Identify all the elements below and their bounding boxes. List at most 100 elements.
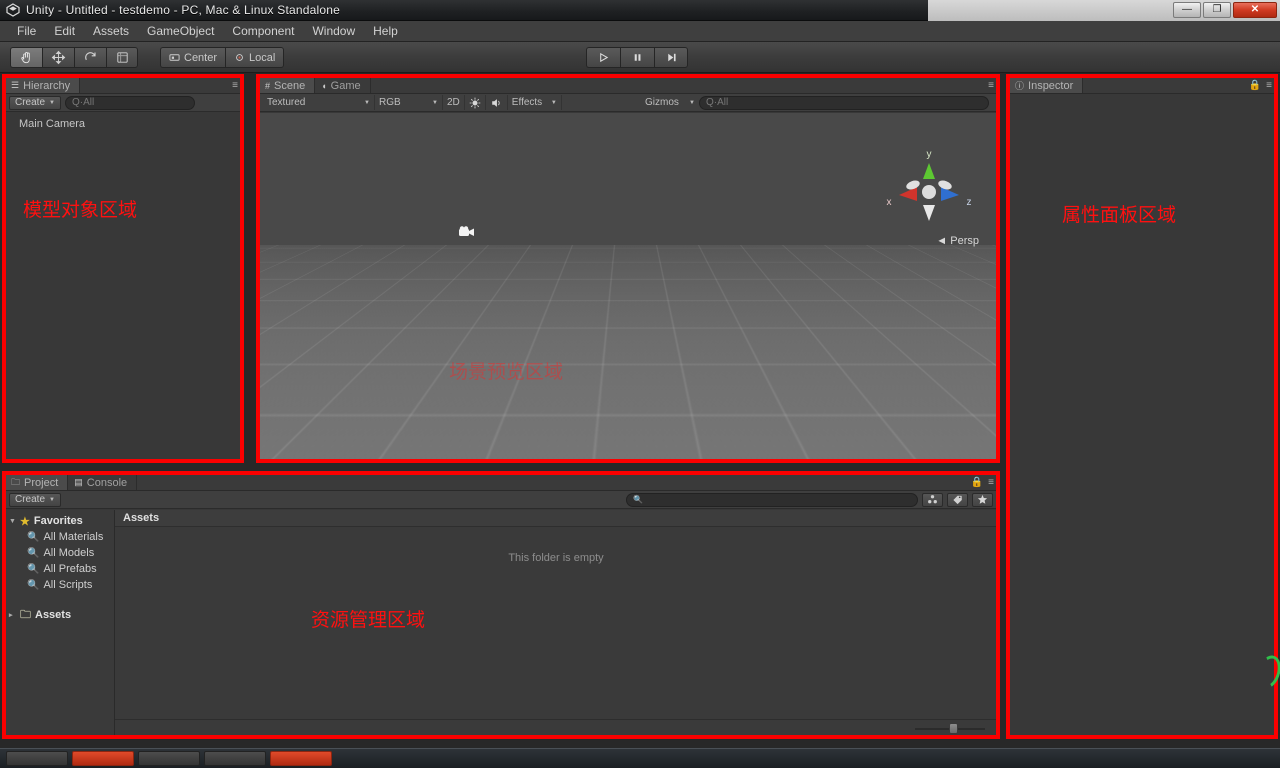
pivot-mode-button[interactable]: Center: [160, 47, 226, 68]
lock-icon[interactable]: 🔒: [1249, 80, 1261, 91]
pause-button[interactable]: [620, 47, 654, 68]
menu-help[interactable]: Help: [364, 22, 407, 40]
scene-view-toolbar: Textured ▼ RGB ▼ 2D Effects ▼ Gizmos ▼ Q…: [259, 94, 997, 112]
axis-x-label: x: [887, 197, 892, 208]
scene-lighting-toggle[interactable]: [465, 95, 486, 110]
main-camera-gizmo[interactable]: [457, 224, 477, 240]
menu-window[interactable]: Window: [303, 22, 364, 40]
assets-breadcrumb: Assets: [115, 510, 997, 527]
menu-edit[interactable]: Edit: [45, 22, 84, 40]
tab-scene-label: Scene: [274, 79, 306, 92]
move-tool-button[interactable]: [42, 47, 74, 68]
hierarchy-search-input[interactable]: Q·All: [64, 95, 195, 110]
color-mode-dropdown[interactable]: RGB ▼: [375, 95, 443, 110]
projection-mode-label[interactable]: ◄ Persp: [936, 235, 979, 247]
play-icon: [600, 52, 609, 63]
tab-scene[interactable]: # Scene: [259, 77, 316, 93]
hierarchy-search-placeholder: Q·All: [71, 97, 95, 108]
project-content-area[interactable]: Assets This folder is empty 资源管理区域: [115, 510, 997, 736]
project-tabbar: 🗀 Project ▤ Console 🔒 ≡: [5, 474, 997, 491]
tree-all-prefabs-label: All Prefabs: [43, 563, 97, 575]
panel-menu-icon[interactable]: ≡: [1266, 80, 1272, 91]
scene-audio-toggle[interactable]: [486, 95, 508, 110]
panel-menu-icon[interactable]: ≡: [988, 477, 994, 488]
scale-icon: [116, 52, 128, 63]
hierarchy-panel-menu[interactable]: ≡: [232, 77, 238, 94]
asset-size-slider[interactable]: [915, 722, 985, 734]
tree-assets-root[interactable]: ▸ 🗀 Assets: [5, 607, 114, 623]
tree-favorites[interactable]: ▼ ★ Favorites: [5, 513, 114, 529]
type-filter-button[interactable]: [922, 492, 943, 507]
scene-search-input[interactable]: Q·All: [699, 95, 989, 110]
inspector-tabbar-right: 🔒 ≡: [1249, 77, 1272, 94]
tree-all-materials[interactable]: 🔍 All Materials: [5, 529, 114, 545]
pivot-tools-group: Center Local: [160, 47, 285, 68]
search-icon: 🔍: [633, 495, 643, 504]
menu-file[interactable]: File: [8, 22, 45, 40]
tree-all-prefabs[interactable]: 🔍 All Prefabs: [5, 561, 114, 577]
maximize-button[interactable]: ❐: [1203, 2, 1231, 18]
hand-icon: [21, 51, 30, 64]
close-button[interactable]: ✕: [1233, 2, 1277, 18]
taskbar-item[interactable]: [72, 751, 134, 766]
minimize-button[interactable]: —: [1173, 2, 1201, 18]
tab-game[interactable]: ◖ Game: [315, 77, 371, 93]
inspector-panel: ⓘ Inspector 🔒 ≡: [1008, 76, 1276, 737]
taskbar-item[interactable]: [204, 751, 266, 766]
play-button[interactable]: [586, 47, 620, 68]
console-icon: ▤: [74, 477, 83, 487]
axis-negy-cone: [923, 205, 935, 221]
panel-menu-icon: ≡: [988, 80, 994, 91]
menu-assets[interactable]: Assets: [84, 22, 138, 40]
hand-tool-button[interactable]: [10, 47, 42, 68]
tab-hierarchy[interactable]: ☰ Hierarchy: [5, 77, 81, 93]
scene-viewport[interactable]: y x z ◄ Persp 场景预览区域: [259, 113, 997, 460]
hierarchy-create-button[interactable]: Create ▼: [9, 95, 61, 110]
axis-z-cone: [941, 187, 959, 201]
main-toolbar: Center Local: [0, 42, 1280, 109]
scene-view-axis-gizmo[interactable]: y x z: [883, 145, 975, 237]
label-filter-button[interactable]: [947, 492, 968, 507]
scale-tool-button[interactable]: [106, 47, 138, 68]
camera-icon: [459, 226, 474, 236]
tree-all-scripts[interactable]: 🔍 All Scripts: [5, 577, 114, 593]
effects-dropdown[interactable]: Effects ▼: [508, 95, 562, 110]
chevron-down-icon: ▼: [364, 99, 370, 106]
draw-mode-label: Textured: [267, 97, 306, 108]
lock-icon[interactable]: 🔒: [971, 477, 983, 488]
tab-console[interactable]: ▤ Console: [68, 474, 138, 490]
tree-all-models[interactable]: 🔍 All Models: [5, 545, 114, 561]
tab-project[interactable]: 🗀 Project: [5, 474, 69, 490]
rotate-tool-button[interactable]: [74, 47, 106, 68]
project-panel: 🗀 Project ▤ Console 🔒 ≡ Create ▼ 🔍 ▼ ★ F…: [4, 473, 998, 737]
gizmos-dropdown[interactable]: Gizmos ▼: [641, 95, 699, 110]
pivot-local-icon: [236, 54, 243, 61]
axis-center: [922, 185, 936, 199]
pivot-rotation-button[interactable]: Local: [225, 47, 285, 68]
project-create-button[interactable]: Create ▼: [9, 492, 61, 507]
window-controls: — ❐ ✕: [1173, 2, 1277, 18]
info-circle-icon: ⓘ: [1015, 81, 1025, 91]
tab-inspector[interactable]: ⓘ Inspector: [1009, 77, 1084, 93]
slider-knob[interactable]: [948, 722, 958, 734]
project-search-input[interactable]: 🔍: [626, 492, 918, 507]
tab-hierarchy-label: Hierarchy: [23, 79, 71, 92]
scene-panel-menu[interactable]: ≡: [988, 77, 994, 94]
tab-console-label: Console: [86, 476, 128, 489]
favorite-star-button[interactable]: [972, 492, 993, 507]
chevron-down-icon: ▼: [550, 99, 557, 106]
toggle-2d-button[interactable]: 2D: [443, 95, 465, 110]
menu-component[interactable]: Component: [223, 22, 303, 40]
step-button[interactable]: [654, 47, 688, 68]
taskbar-item[interactable]: [138, 751, 200, 766]
sun-icon: [469, 97, 481, 108]
rotate-icon: [85, 52, 96, 61]
axis-y-cone: [923, 163, 935, 179]
menu-gameobject[interactable]: GameObject: [138, 22, 223, 40]
draw-mode-dropdown[interactable]: Textured ▼: [263, 95, 375, 110]
hierarchy-item-main-camera[interactable]: Main Camera: [5, 116, 241, 132]
taskbar-item[interactable]: [6, 751, 68, 766]
hierarchy-icon: ☰: [11, 80, 20, 90]
taskbar-item[interactable]: [270, 751, 332, 766]
pivot-mode-label: Center: [184, 51, 218, 64]
